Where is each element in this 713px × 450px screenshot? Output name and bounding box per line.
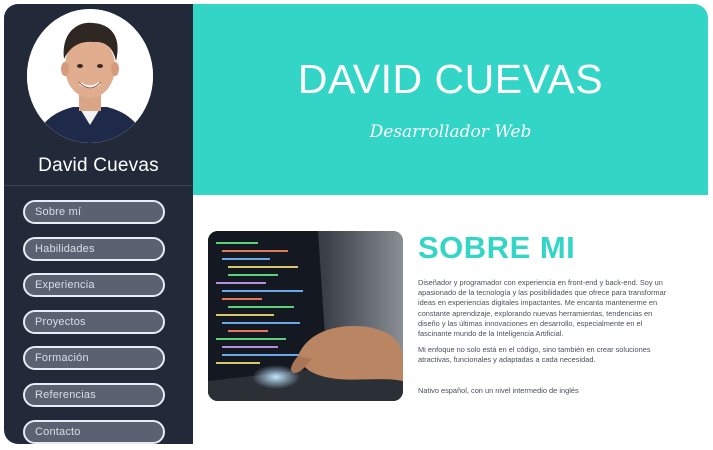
page-title: DAVID CUEVAS — [297, 56, 604, 102]
laptop-coding-icon — [208, 231, 403, 401]
page-subtitle: Desarrollador Web — [369, 122, 532, 142]
nav-item-sobre-mi[interactable]: Sobre mí — [23, 200, 165, 224]
nav-item-habilidades[interactable]: Habilidades — [23, 236, 165, 261]
profile-photo-icon — [27, 9, 153, 143]
nav-item-referencias[interactable]: Referencias — [23, 382, 165, 407]
about-paragraph: Mi enfoque no solo está en el código, si… — [418, 345, 651, 365]
about-paragraph: Nativo español, con un nivel intermedio … — [418, 386, 579, 395]
sidebar-nav: Sobre mí Habilidades Experiencia Proyect… — [23, 200, 167, 444]
header-banner: DAVID CUEVAS Desarrollador Web — [193, 4, 708, 195]
about-title: SOBRE MI — [418, 230, 576, 265]
nav-item-formacion[interactable]: Formación — [23, 346, 165, 371]
about-image — [208, 231, 403, 401]
avatar — [27, 9, 153, 143]
sidebar: David Cuevas Sobre mí Habilidades Experi… — [4, 4, 193, 444]
about-paragraph: Diseñador y programador con experiencia … — [418, 278, 667, 339]
portfolio-page: David Cuevas Sobre mí Habilidades Experi… — [0, 0, 713, 450]
nav-item-proyectos[interactable]: Proyectos — [23, 309, 165, 334]
sidebar-name: David Cuevas — [38, 155, 159, 176]
nav-item-contacto[interactable]: Contacto — [23, 419, 165, 444]
sidebar-divider — [4, 185, 193, 186]
nav-item-experiencia[interactable]: Experiencia — [23, 273, 165, 298]
